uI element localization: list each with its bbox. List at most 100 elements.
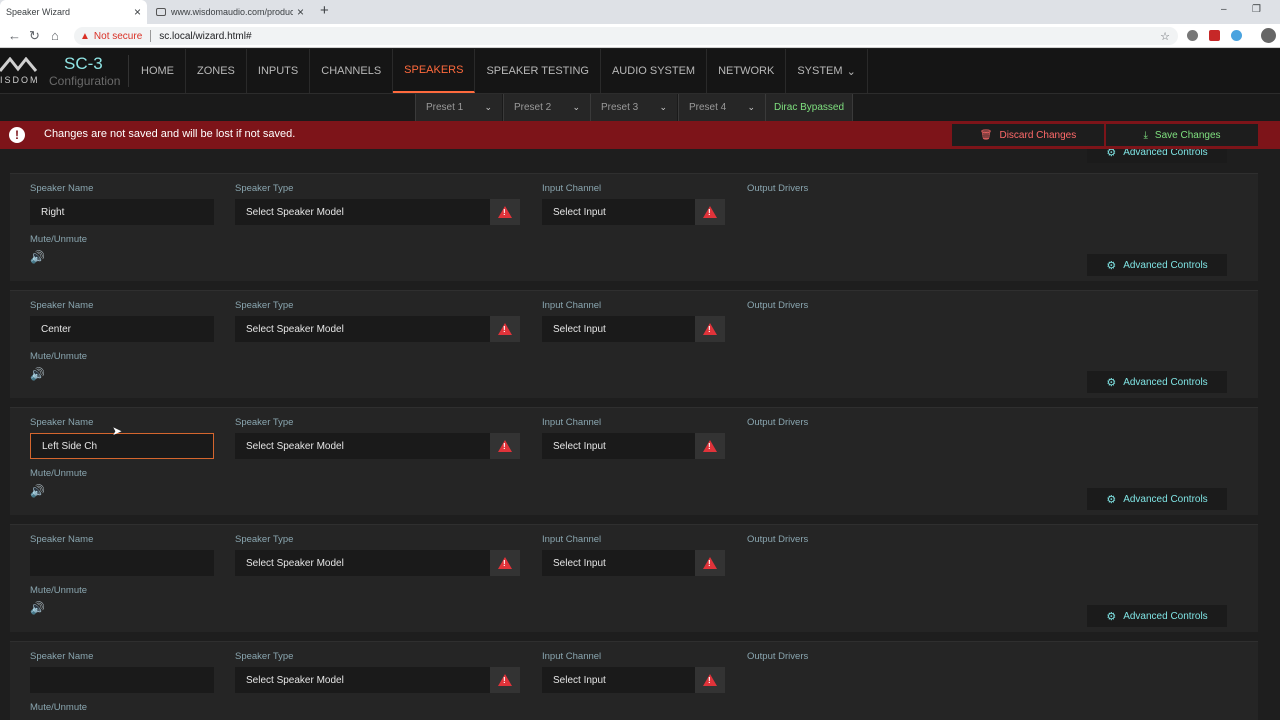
speakers-list: ⚙ Advanced Controls Speaker Name Right S… <box>0 149 1280 720</box>
speaker-name-input[interactable]: Center <box>30 316 214 342</box>
gear-icon: ⚙ <box>1106 259 1117 272</box>
page-icon <box>156 8 166 16</box>
speaker-name-label: Speaker Name <box>30 417 94 428</box>
speaker-type-label: Speaker Type <box>235 651 294 662</box>
tab-speaker-wizard[interactable]: Speaker Wizard × <box>0 0 147 24</box>
input-select[interactable]: Select Input <box>542 199 695 225</box>
nav-speakers[interactable]: SPEAKERS <box>393 49 476 93</box>
speaker-card: Speaker Name Center Speaker Type Select … <box>10 290 1258 398</box>
warning-icon <box>703 674 717 686</box>
speaker-card: Speaker Name Speaker Type Select Speaker… <box>10 524 1258 632</box>
speaker-model-select[interactable]: Select Speaker Model <box>235 550 490 576</box>
minimize-icon[interactable]: – <box>1221 4 1227 15</box>
nav-zones[interactable]: ZONES <box>186 49 247 93</box>
advanced-controls-button[interactable]: ⚙ Advanced Controls <box>1087 149 1227 163</box>
speaker-name-input[interactable] <box>30 667 214 693</box>
speaker-name-input[interactable]: Right <box>30 199 214 225</box>
close-icon[interactable]: × <box>297 5 304 19</box>
speaker-name-label: Speaker Name <box>30 183 94 194</box>
back-icon[interactable]: ← <box>8 28 21 43</box>
nav-network[interactable]: NETWORK <box>707 49 787 93</box>
speaker-volume-icon[interactable]: 🔊 <box>30 250 45 264</box>
discard-changes-button[interactable]: 🗑 Discard Changes <box>952 124 1104 146</box>
mouse-cursor: ➤ <box>112 424 123 438</box>
preset-4-dropdown[interactable]: Preset 4 ⌄ <box>678 94 765 121</box>
advanced-label: Advanced Controls <box>1123 376 1208 388</box>
speaker-volume-icon[interactable]: 🔊 <box>30 484 45 498</box>
close-icon[interactable]: × <box>134 5 141 19</box>
nav-system[interactable]: SYSTEM ⌄ <box>786 49 868 93</box>
trash-icon: 🗑 <box>979 129 993 141</box>
security-label[interactable]: Not secure <box>94 31 142 42</box>
input-channel-label: Input Channel <box>542 417 602 428</box>
input-channel-label: Input Channel <box>542 300 602 311</box>
advanced-controls-button[interactable]: ⚙ Advanced Controls <box>1087 254 1227 276</box>
mute-label: Mute/Unmute <box>30 351 88 362</box>
speaker-volume-icon[interactable]: 🔊 <box>30 601 45 615</box>
new-tab-button[interactable]: + <box>320 2 329 19</box>
speaker-type-label: Speaker Type <box>235 300 294 311</box>
warning-icon <box>703 206 717 218</box>
speaker-model-select[interactable]: Select Speaker Model <box>235 433 490 459</box>
tab-wisdomaudio[interactable]: www.wisdomaudio.com/product × <box>150 0 310 24</box>
nav-channels[interactable]: CHANNELS <box>310 49 394 93</box>
avatar[interactable] <box>1261 28 1276 43</box>
url-field[interactable]: ▲ Not secure sc.local/wizard.html# ☆ <box>74 27 1178 45</box>
speaker-type-warning <box>490 667 520 693</box>
divider <box>150 30 152 42</box>
advanced-label: Advanced Controls <box>1123 149 1208 158</box>
star-icon[interactable]: ☆ <box>1160 30 1170 43</box>
warning-icon <box>703 557 717 569</box>
advanced-label: Advanced Controls <box>1123 493 1208 505</box>
input-select[interactable]: Select Input <box>542 433 695 459</box>
input-warning <box>695 550 725 576</box>
speaker-name-label: Speaker Name <box>30 651 94 662</box>
output-drivers-label: Output Drivers <box>747 417 809 428</box>
speaker-type-warning <box>490 199 520 225</box>
preset-2-dropdown[interactable]: Preset 2 ⌄ <box>503 94 590 121</box>
speaker-model-select[interactable]: Select Speaker Model <box>235 667 490 693</box>
dirac-status-button[interactable]: Dirac Bypassed <box>765 94 853 121</box>
output-drivers-label: Output Drivers <box>747 534 809 545</box>
advanced-controls-button[interactable]: ⚙ Advanced Controls <box>1087 605 1227 627</box>
mute-label: Mute/Unmute <box>30 702 88 713</box>
save-changes-button[interactable]: ⤓ Save Changes <box>1106 124 1258 146</box>
warning-icon <box>498 674 512 686</box>
input-channel-label: Input Channel <box>542 183 602 194</box>
input-warning <box>695 199 725 225</box>
speaker-type-warning <box>490 433 520 459</box>
download-icon: ⤓ <box>1143 129 1148 141</box>
input-channel-label: Input Channel <box>542 651 602 662</box>
app-header: ISDOM SC-3 Configuration HOME ZONES INPU… <box>0 49 1280 93</box>
speaker-model-select[interactable]: Select Speaker Model <box>235 316 490 342</box>
speaker-name-input[interactable] <box>30 550 214 576</box>
speaker-card: Speaker Name Speaker Type Select Speaker… <box>10 641 1258 720</box>
warning-icon <box>498 206 512 218</box>
speaker-type-warning <box>490 550 520 576</box>
advanced-controls-button[interactable]: ⚙ Advanced Controls <box>1087 488 1227 510</box>
speaker-volume-icon[interactable]: 🔊 <box>30 367 45 381</box>
speaker-model-select[interactable]: Select Speaker Model <box>235 199 490 225</box>
pdf-extension-icon[interactable] <box>1209 30 1220 41</box>
preset-3-dropdown[interactable]: Preset 3 ⌄ <box>590 94 677 121</box>
output-drivers-label: Output Drivers <box>747 300 809 311</box>
reload-icon[interactable]: ↻ <box>29 28 40 44</box>
save-label: Save Changes <box>1154 129 1221 141</box>
speaker-card: Speaker Name Right Speaker Type Select S… <box>10 173 1258 281</box>
restore-icon[interactable]: ❐ <box>1252 4 1261 15</box>
input-select[interactable]: Select Input <box>542 667 695 693</box>
cloud-extension-icon[interactable] <box>1231 30 1242 41</box>
nav-speaker-testing[interactable]: SPEAKER TESTING <box>475 49 601 93</box>
advanced-controls-button[interactable]: ⚙ Advanced Controls <box>1087 371 1227 393</box>
nav-inputs[interactable]: INPUTS <box>247 49 311 93</box>
nav-home[interactable]: HOME <box>130 49 186 93</box>
input-select[interactable]: Select Input <box>542 316 695 342</box>
nav-audio-system[interactable]: AUDIO SYSTEM <box>601 49 708 93</box>
extension-icon[interactable] <box>1187 30 1198 41</box>
gear-icon: ⚙ <box>1106 610 1117 623</box>
preset-1-dropdown[interactable]: Preset 1 ⌄ <box>415 94 502 121</box>
input-select[interactable]: Select Input <box>542 550 695 576</box>
address-bar: ← ↻ ⌂ ▲ Not secure sc.local/wizard.html#… <box>0 24 1280 48</box>
home-icon[interactable]: ⌂ <box>51 28 59 43</box>
nav-system-label: SYSTEM <box>797 65 843 77</box>
